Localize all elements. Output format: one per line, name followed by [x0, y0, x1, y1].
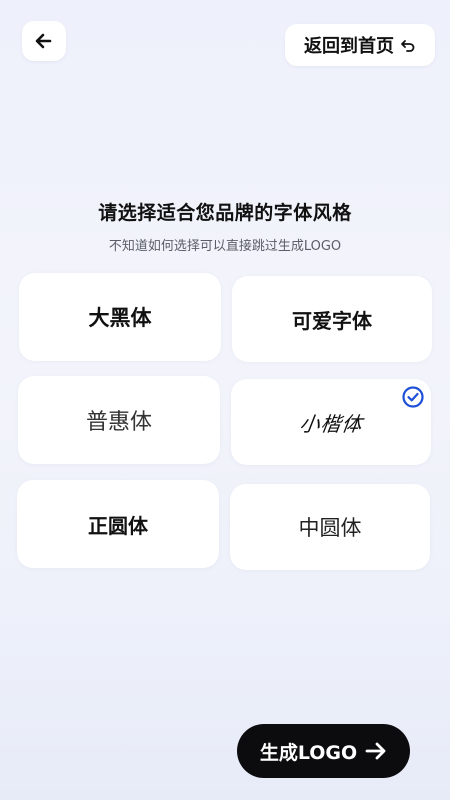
arrow-right-icon: [365, 742, 386, 760]
font-option-da-hei-ti[interactable]: 大黑体: [19, 273, 221, 361]
font-option-label: 小楷体: [297, 411, 364, 436]
font-option-label: 普惠体: [85, 410, 152, 435]
font-option-label: 可爱字体: [292, 308, 372, 333]
font-option-xiao-kai-ti[interactable]: 小楷体: [231, 379, 431, 465]
check-circle-icon: [402, 386, 424, 408]
heading: 请选择适合您品牌的字体风格 不知道如何选择可以直接跳过生成LOGO: [0, 198, 450, 254]
back-button[interactable]: [22, 21, 66, 61]
arrow-left-icon: [35, 33, 52, 49]
font-option-zheng-yuan-ti[interactable]: 正圆体: [17, 480, 219, 568]
font-option-pu-hui-ti[interactable]: 普惠体: [18, 376, 220, 464]
font-option-label: 中圆体: [298, 516, 362, 540]
home-button-label: 返回到首页: [304, 36, 394, 57]
home-button[interactable]: 返回到首页: [285, 24, 435, 66]
return-arrow-icon: [401, 40, 415, 52]
generate-logo-button[interactable]: 生成LOGO: [237, 724, 410, 778]
font-option-label: 大黑体: [88, 306, 152, 330]
font-option-zhong-yuan-ti[interactable]: 中圆体: [230, 484, 430, 570]
font-option-label: 正圆体: [88, 513, 148, 538]
page-title: 请选择适合您品牌的字体风格: [98, 202, 352, 224]
top-bar: 返回到首页: [0, 0, 450, 80]
generate-logo-label: 生成LOGO: [259, 741, 358, 764]
font-option-ke-ai-zi-ti[interactable]: 可爱字体: [232, 276, 432, 362]
page-subtitle: 不知道如何选择可以直接跳过生成LOGO: [108, 239, 342, 254]
